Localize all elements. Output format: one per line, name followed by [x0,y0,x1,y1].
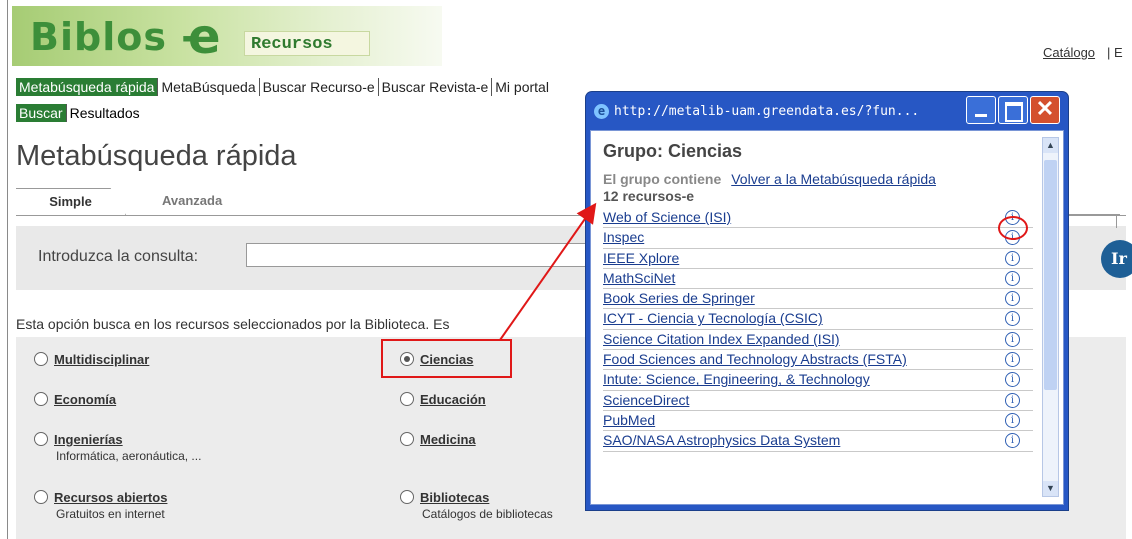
logo-e: e [188,9,221,65]
popup-content: Grupo: Ciencias El grupo contiene Volver … [603,141,1033,452]
resource-link[interactable]: ICYT - Ciencia y Tecnología (CSIC) [603,310,823,326]
resource-link[interactable]: Book Series de Springer [603,290,755,306]
nav-item-mi-portal[interactable]: Mi portal [492,78,552,96]
subnav-item-resultados[interactable]: Resultados [67,104,143,122]
top-link-separator: | E [1107,45,1123,60]
popup-heading: Grupo: Ciencias [603,141,743,161]
browser-icon: e [594,103,609,119]
radio-icon[interactable] [400,432,414,446]
scroll-up-icon[interactable]: ▲ [1043,138,1058,153]
radio-icon[interactable] [34,392,48,406]
subnav-item-buscar[interactable]: Buscar [16,104,67,122]
info-icon[interactable]: i [1005,372,1020,388]
search-description: Esta opción busca en los recursos selecc… [16,316,450,332]
info-icon[interactable]: i [1005,433,1020,449]
resource-link[interactable]: ScienceDirect [603,392,689,408]
popup-meta: El grupo contiene Volver a la Metabúsqued… [603,170,1033,188]
logo-banner: Biblos - e Recursos [12,6,442,66]
resource-link[interactable]: IEEE Xplore [603,250,679,266]
close-button[interactable]: ✕ [1030,96,1060,124]
page-title: Metabúsqueda rápida [16,140,297,172]
group-recursos-abiertos[interactable]: Recursos abiertos Gratuitos en internet [34,490,167,521]
group-contains-label: El grupo contiene [603,171,722,187]
resource-row: Web of Science (ISI) i [603,208,1033,229]
scroll-thumb[interactable] [1044,160,1057,390]
resource-link[interactable]: Intute: Science, Engineering, & Technolo… [603,371,870,387]
resource-link[interactable]: Web of Science (ISI) [603,209,731,225]
maximize-button[interactable] [998,96,1028,124]
resource-row: MathSciNet i [603,269,1033,290]
resource-row: PubMed i [603,411,1033,432]
nav-item-metabusqueda[interactable]: MetaBúsqueda [158,78,260,96]
annotation-circle-info [998,216,1028,240]
radio-icon[interactable] [400,392,414,406]
resource-row: Food Sciences and Technology Abstracts (… [603,350,1033,371]
back-link[interactable]: Volver a la Metabúsqueda rápida [731,171,936,187]
group-subtitle: Informática, aeronáutica, ... [56,449,202,463]
resource-link[interactable]: Food Sciences and Technology Abstracts (… [603,351,907,367]
resource-row: Science Citation Index Expanded (ISI) i [603,330,1033,351]
resource-row: Book Series de Springer i [603,289,1033,310]
info-icon[interactable]: i [1005,412,1020,428]
catalog-link[interactable]: Catálogo [1043,45,1095,60]
go-button[interactable]: Ir [1101,240,1132,278]
resource-list: Web of Science (ISI) i Inspec i IEEE Xplor… [603,208,1033,452]
group-subtitle: Gratuitos en internet [56,507,165,521]
nav-item-metabusqueda-rapida[interactable]: Metabúsqueda rápida [16,78,159,96]
popup-titlebar: e http://metalib-uam.greendata.es/?fun..… [594,98,919,124]
group-economia[interactable]: Economía [34,392,116,407]
resource-link[interactable]: Inspec [603,229,644,245]
tab-avanzada[interactable]: Avanzada [162,193,222,208]
popup-body: Grupo: Ciencias El grupo contiene Volver … [590,130,1064,505]
resource-row: Intute: Science, Engineering, & Technolo… [603,370,1033,391]
resource-link[interactable]: SAO/NASA Astrophysics Data System [603,432,840,448]
radio-icon[interactable] [34,432,48,446]
info-icon[interactable]: i [1005,352,1020,368]
resource-link[interactable]: Science Citation Index Expanded (ISI) [603,331,840,347]
group-medicina[interactable]: Medicina [400,432,476,447]
resource-row: ScienceDirect i [603,391,1033,411]
annotation-box-ciencias [381,339,512,378]
radio-icon[interactable] [400,490,414,504]
resource-count: 12 recursos-e [603,188,695,204]
logo-subtitle: Recursos [244,31,370,56]
group-ingenierias[interactable]: Ingenierías Informática, aeronáutica, ..… [34,432,201,463]
sub-nav: Buscar Resultados [16,104,143,122]
popup-scrollbar[interactable]: ▲ ▼ [1042,137,1059,497]
info-icon[interactable]: i [1005,311,1020,327]
scroll-down-icon[interactable]: ▼ [1043,481,1058,496]
resource-link[interactable]: MathSciNet [603,270,675,286]
resource-link[interactable]: PubMed [603,412,655,428]
info-icon[interactable]: i [1005,250,1020,266]
radio-icon[interactable] [34,490,48,504]
group-educacion[interactable]: Educación [400,392,486,407]
group-multidisciplinar[interactable]: Multidisciplinar [34,352,149,367]
info-icon[interactable]: i [1005,392,1020,408]
info-icon[interactable]: i [1005,270,1020,286]
resource-row: IEEE Xplore i [603,249,1033,269]
nav-item-buscar-revista[interactable]: Buscar Revista-e [379,78,493,96]
tab-simple[interactable]: Simple [16,188,126,215]
logo-text: Biblos - [30,15,198,59]
main-nav: Metabúsqueda rápida MetaBúsqueda Buscar … [16,78,552,96]
info-icon[interactable]: i [1005,291,1020,307]
minimize-button[interactable] [966,96,996,124]
popup-title: http://metalib-uam.greendata.es/?fun... [614,103,920,119]
resource-row: Inspec i [603,228,1033,249]
go-connector-arrow [1116,214,1117,228]
query-label: Introduzca la consulta: [38,248,199,265]
group-subtitle: Catálogos de bibliotecas [422,507,553,521]
resource-row: ICYT - Ciencia y Tecnología (CSIC) i [603,309,1033,330]
resource-row: SAO/NASA Astrophysics Data System i [603,431,1033,452]
popup-window: e http://metalib-uam.greendata.es/?fun..… [586,92,1068,510]
nav-item-buscar-recurso[interactable]: Buscar Recurso-e [260,78,379,96]
group-bibliotecas[interactable]: Bibliotecas Catálogos de bibliotecas [400,490,553,521]
radio-icon[interactable] [34,352,48,366]
info-icon[interactable]: i [1005,331,1020,347]
